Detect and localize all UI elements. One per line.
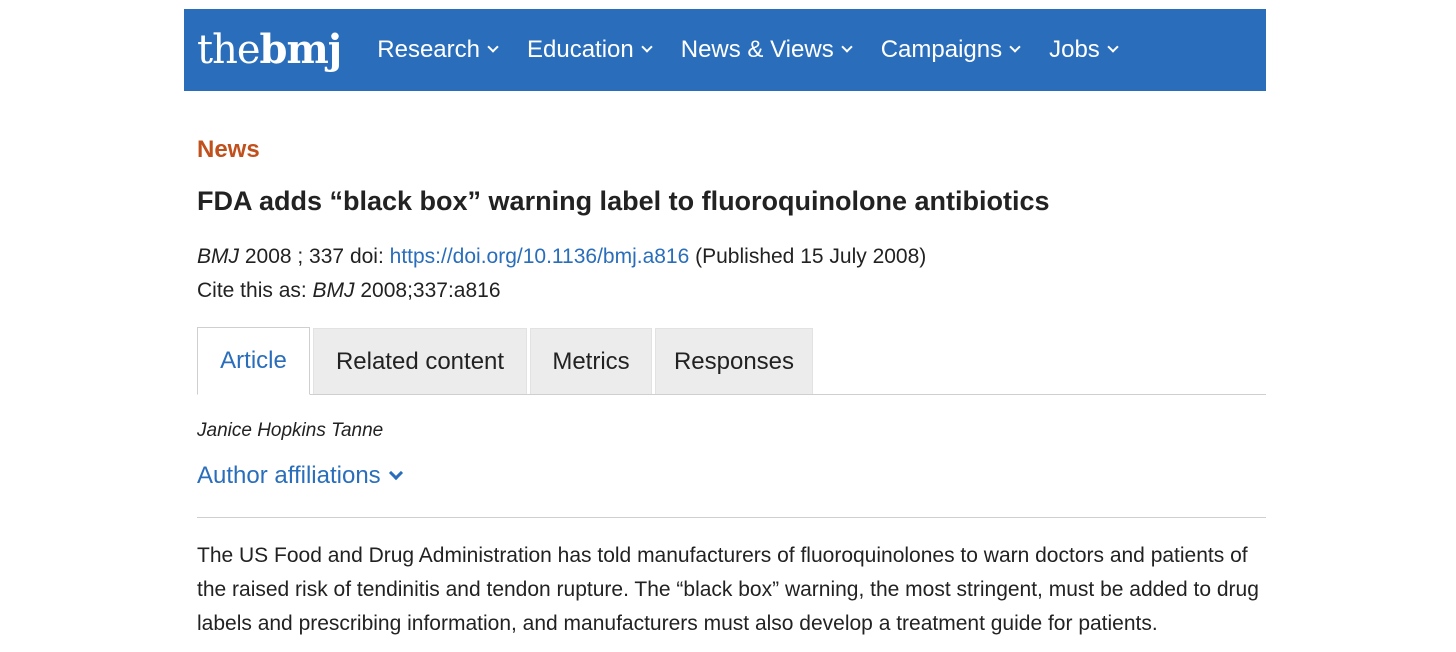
article-tabs: Article Related content Metrics Response… [197, 326, 1266, 395]
nav-campaigns-label: Campaigns [880, 36, 1003, 63]
nav-campaigns[interactable]: Campaigns [880, 36, 1021, 64]
tab-related-content[interactable]: Related content [313, 328, 527, 394]
nav-research[interactable]: Research [377, 36, 499, 64]
chevron-down-icon [841, 41, 853, 53]
cite-journal: BMJ [312, 279, 355, 302]
chevron-down-icon [388, 465, 403, 481]
article-body-paragraph: The US Food and Drug Administration has … [197, 544, 1259, 635]
chevron-down-icon [1107, 41, 1119, 53]
cite-reference: 2008;337:a816 [354, 279, 501, 302]
article-title: FDA adds “black box” warning label to fl… [197, 186, 1050, 216]
chevron-down-icon [1009, 41, 1021, 53]
chevron-down-icon [641, 41, 653, 53]
nav-news-views[interactable]: News & Views [680, 36, 853, 64]
divider [197, 517, 1266, 518]
cite-as: Cite this as: BMJ 2008;337:a816 [197, 279, 501, 303]
nav-jobs-label: Jobs [1049, 36, 1100, 63]
tab-metrics[interactable]: Metrics [530, 328, 652, 394]
year-volume: 2008 ; 337 [239, 245, 350, 268]
chevron-down-icon [487, 41, 499, 53]
nav-jobs[interactable]: Jobs [1049, 36, 1119, 64]
main-nav: Research Education News & Views Campaign… [377, 36, 1147, 64]
logo-light-text: the [197, 27, 261, 73]
nav-research-label: Research [377, 36, 480, 63]
bmj-logo[interactable]: thebmj [197, 27, 342, 73]
author-affiliations-label: Author affiliations [197, 462, 381, 489]
author-name[interactable]: Janice Hopkins Tanne [197, 420, 383, 442]
nav-education[interactable]: Education [527, 36, 653, 64]
nav-education-label: Education [527, 36, 634, 63]
article-section-label: News [197, 136, 260, 163]
doi-label: doi: [349, 245, 390, 268]
journal-name: BMJ [197, 245, 239, 268]
page: thebmj Research Education News & Views C… [0, 0, 1456, 652]
nav-news-views-label: News & Views [680, 36, 834, 63]
tab-responses[interactable]: Responses [655, 328, 813, 394]
cite-prefix: Cite this as: [197, 279, 313, 302]
logo-bold-text: bmj [259, 26, 343, 73]
article-meta: BMJ 2008 ; 337 doi: https://doi.org/10.1… [197, 245, 926, 269]
published-date: (Published 15 July 2008) [689, 245, 927, 268]
author-affiliations-toggle[interactable]: Author affiliations [197, 462, 403, 490]
tab-article[interactable]: Article [197, 327, 310, 395]
doi-link[interactable]: https://doi.org/10.1136/bmj.a816 [390, 245, 690, 268]
site-header: thebmj Research Education News & Views C… [184, 9, 1266, 91]
